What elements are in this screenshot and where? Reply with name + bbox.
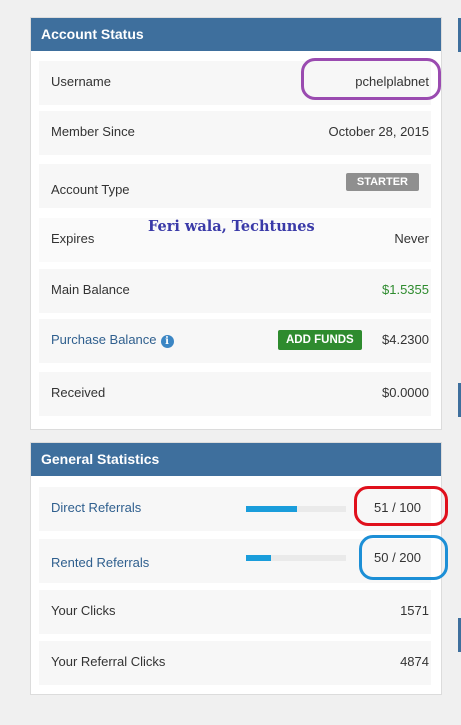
rented-referrals-label[interactable]: Rented Referrals bbox=[51, 555, 149, 570]
purchase-balance-row: Purchase Balance i ADD FUNDS $4.2300 bbox=[39, 319, 431, 363]
general-statistics-title: General Statistics bbox=[31, 443, 441, 476]
rented-referrals-progress-fill bbox=[246, 555, 271, 561]
add-funds-button[interactable]: ADD FUNDS bbox=[278, 330, 362, 350]
main-balance-label: Main Balance bbox=[51, 282, 130, 297]
expires-label: Expires bbox=[51, 231, 95, 246]
username-highlight-ring bbox=[301, 58, 441, 100]
received-label: Received bbox=[51, 385, 106, 400]
direct-referrals-highlight-ring bbox=[354, 486, 448, 526]
purchase-balance-label: Purchase Balance bbox=[51, 332, 157, 347]
your-referral-clicks-value: 4874 bbox=[400, 654, 429, 669]
your-clicks-row: Your Clicks 1571 bbox=[39, 590, 431, 634]
member-since-value: October 28, 2015 bbox=[328, 124, 429, 139]
account-type-label: Account Type bbox=[51, 182, 130, 197]
main-balance-value: $1.5355 bbox=[382, 282, 429, 297]
rented-referrals-progress bbox=[246, 555, 346, 561]
member-since-row: Member Since October 28, 2015 bbox=[39, 111, 431, 155]
account-status-title: Account Status bbox=[31, 18, 441, 51]
main-balance-row: Main Balance $1.5355 bbox=[39, 269, 431, 313]
member-since-label: Member Since bbox=[51, 124, 135, 139]
your-clicks-value: 1571 bbox=[400, 603, 429, 618]
account-type-row: Account Type STARTER bbox=[39, 164, 431, 208]
purchase-balance-value: $4.2300 bbox=[382, 332, 429, 347]
your-referral-clicks-label: Your Referral Clicks bbox=[51, 654, 166, 669]
info-icon[interactable]: i bbox=[160, 335, 174, 348]
your-referral-clicks-row: Your Referral Clicks 4874 bbox=[39, 641, 431, 685]
account-type-badge: STARTER bbox=[345, 173, 419, 191]
expires-value: Never bbox=[394, 231, 429, 246]
received-row: Received $0.0000 bbox=[39, 372, 431, 416]
direct-referrals-label[interactable]: Direct Referrals bbox=[51, 500, 141, 515]
rented-referrals-highlight-ring bbox=[359, 535, 448, 580]
received-value: $0.0000 bbox=[382, 385, 429, 400]
direct-referrals-progress bbox=[246, 506, 346, 512]
watermark-text: Feri wala, Techtunes bbox=[148, 218, 315, 235]
username-label: Username bbox=[51, 74, 111, 89]
your-clicks-label: Your Clicks bbox=[51, 603, 116, 618]
purchase-balance-label-group: Purchase Balance i bbox=[51, 332, 174, 348]
direct-referrals-progress-fill bbox=[246, 506, 297, 512]
